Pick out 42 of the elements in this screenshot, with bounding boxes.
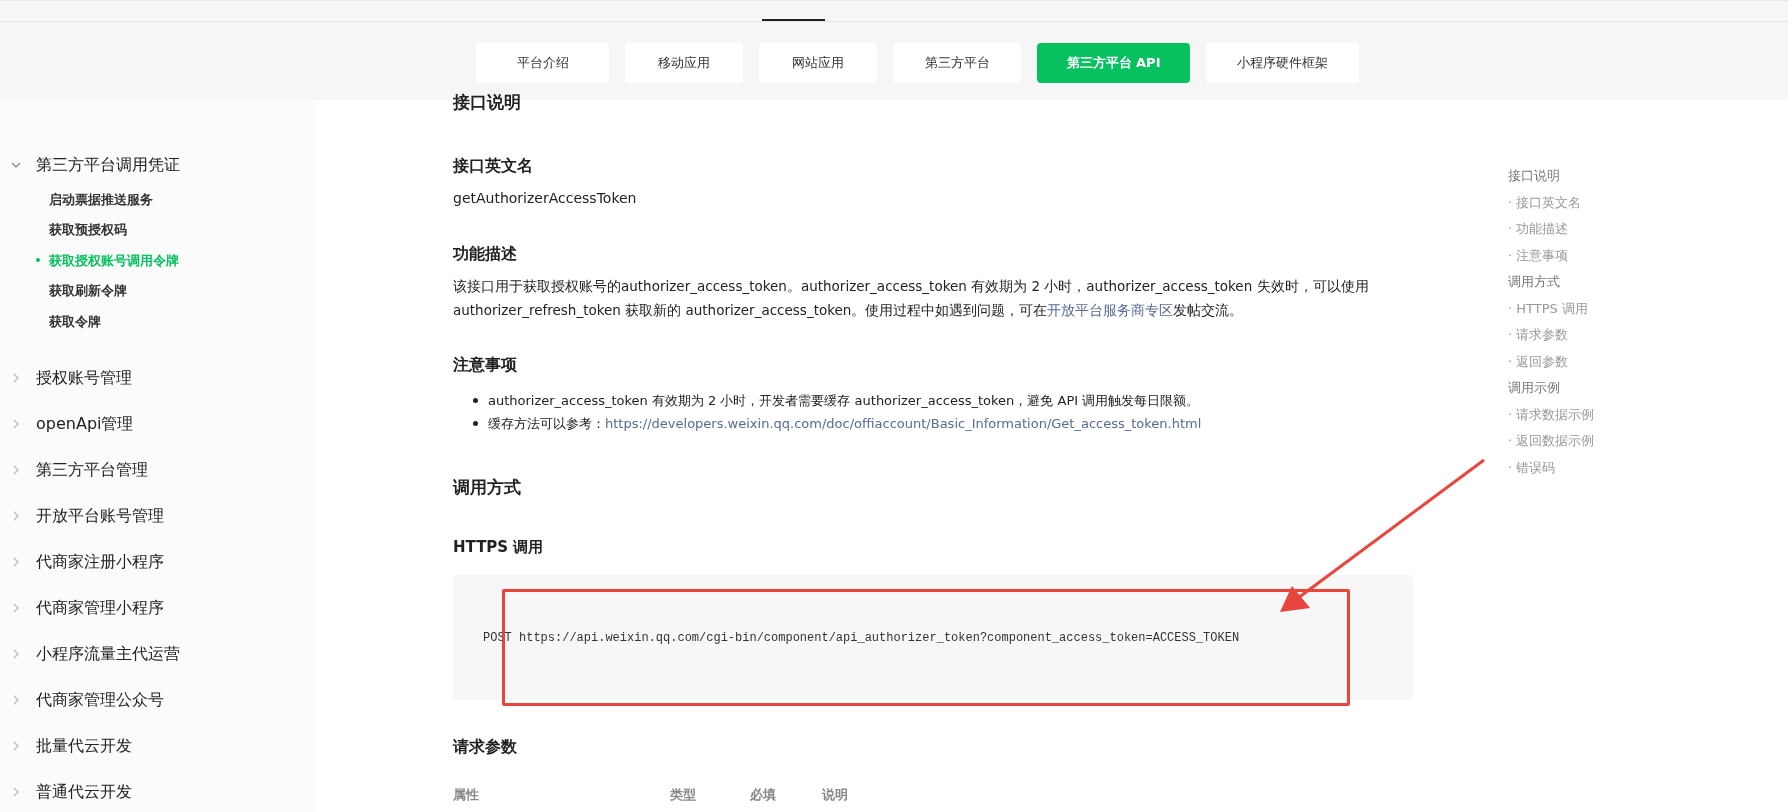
section-heading: 接口英文名 (453, 155, 534, 177)
bullet-icon (473, 421, 478, 426)
sidebar-item[interactable]: 获取预授权码 (0, 214, 315, 245)
toc-link[interactable]: 接口说明 (1508, 166, 1668, 193)
sidebar-group[interactable]: 批量代云开发 (0, 732, 315, 759)
sidebar-item[interactable]: 获取刷新令牌 (0, 275, 315, 306)
sidebar-group[interactable]: 小程序流量主代运营 (0, 640, 315, 667)
interface-name: getAuthorizerAccessToken (453, 189, 638, 208)
bullet-icon (473, 398, 478, 403)
sidebar-group[interactable]: 代商家管理公众号 (0, 686, 315, 713)
note-text: 缓存方法可以参考： (488, 414, 605, 433)
column-header: 说明 (822, 786, 849, 804)
description-text: 该接口用于获取授权账号的authorizer_access_token。authorizer_access_token 有效期为 2 小时，authorizer_access_token 失效时，可以使用 authorizer_refresh_token 获取新的 authorizer_access_token。使用过程中如遇到问题，可在开放平台服务商专区发帖交流。 (453, 277, 1370, 320)
section-heading: HTTPS 调用 (453, 536, 545, 558)
nav-tab[interactable]: 第三方平台 (893, 43, 1021, 83)
sidebar-group[interactable]: 开放平台账号管理 (0, 502, 315, 529)
sidebar-group[interactable]: 普通代云开发 (0, 778, 315, 805)
column-header: 属性 (453, 786, 480, 804)
toc-link[interactable]: 调用示例 (1508, 378, 1668, 405)
sidebar-group[interactable]: openApi管理 (0, 410, 315, 437)
sidebar-group[interactable]: 第三方平台管理 (0, 456, 315, 483)
note-text: authorizer_access_token 有效期为 2 小时，开发者需要缓存 authorizer_access_token，避免 API 调用触发每日限额。 (488, 391, 1200, 410)
section-title: 接口说明 (453, 91, 522, 114)
nav-tab[interactable]: 平台介绍 (476, 43, 609, 83)
sidebar-group[interactable]: 授权账号管理 (0, 364, 315, 391)
nav-tab[interactable]: 网站应用 (759, 43, 877, 83)
sidebar-group[interactable]: 代商家注册小程序 (0, 548, 315, 575)
column-header: 必填 (750, 786, 777, 804)
column-header: 类型 (670, 786, 697, 804)
section-heading: 注意事项 (453, 354, 518, 376)
sidebar-group[interactable]: 代商家管理小程序 (0, 594, 315, 621)
sidebar-group[interactable]: 第三方平台调用凭证 (0, 152, 315, 178)
sidebar-item[interactable]: 获取令牌 (0, 306, 315, 337)
doc-link[interactable]: https://developers.weixin.qq.com/doc/offiaccount/Basic_Information/Get_access_token.html (605, 413, 1202, 434)
nav-tab[interactable]: 小程序硬件框架 (1206, 43, 1359, 83)
sidebar-item[interactable]: 启动票据推送服务 (0, 184, 315, 215)
toc-link[interactable]: 调用方式 (1508, 272, 1668, 299)
section-heading: 请求参数 (453, 736, 518, 758)
section-heading: 功能描述 (453, 243, 518, 265)
nav-tab[interactable]: 移动应用 (625, 43, 743, 83)
section-title: 调用方式 (453, 476, 522, 499)
forum-link[interactable]: 开放平台服务商专区 (1047, 302, 1174, 318)
